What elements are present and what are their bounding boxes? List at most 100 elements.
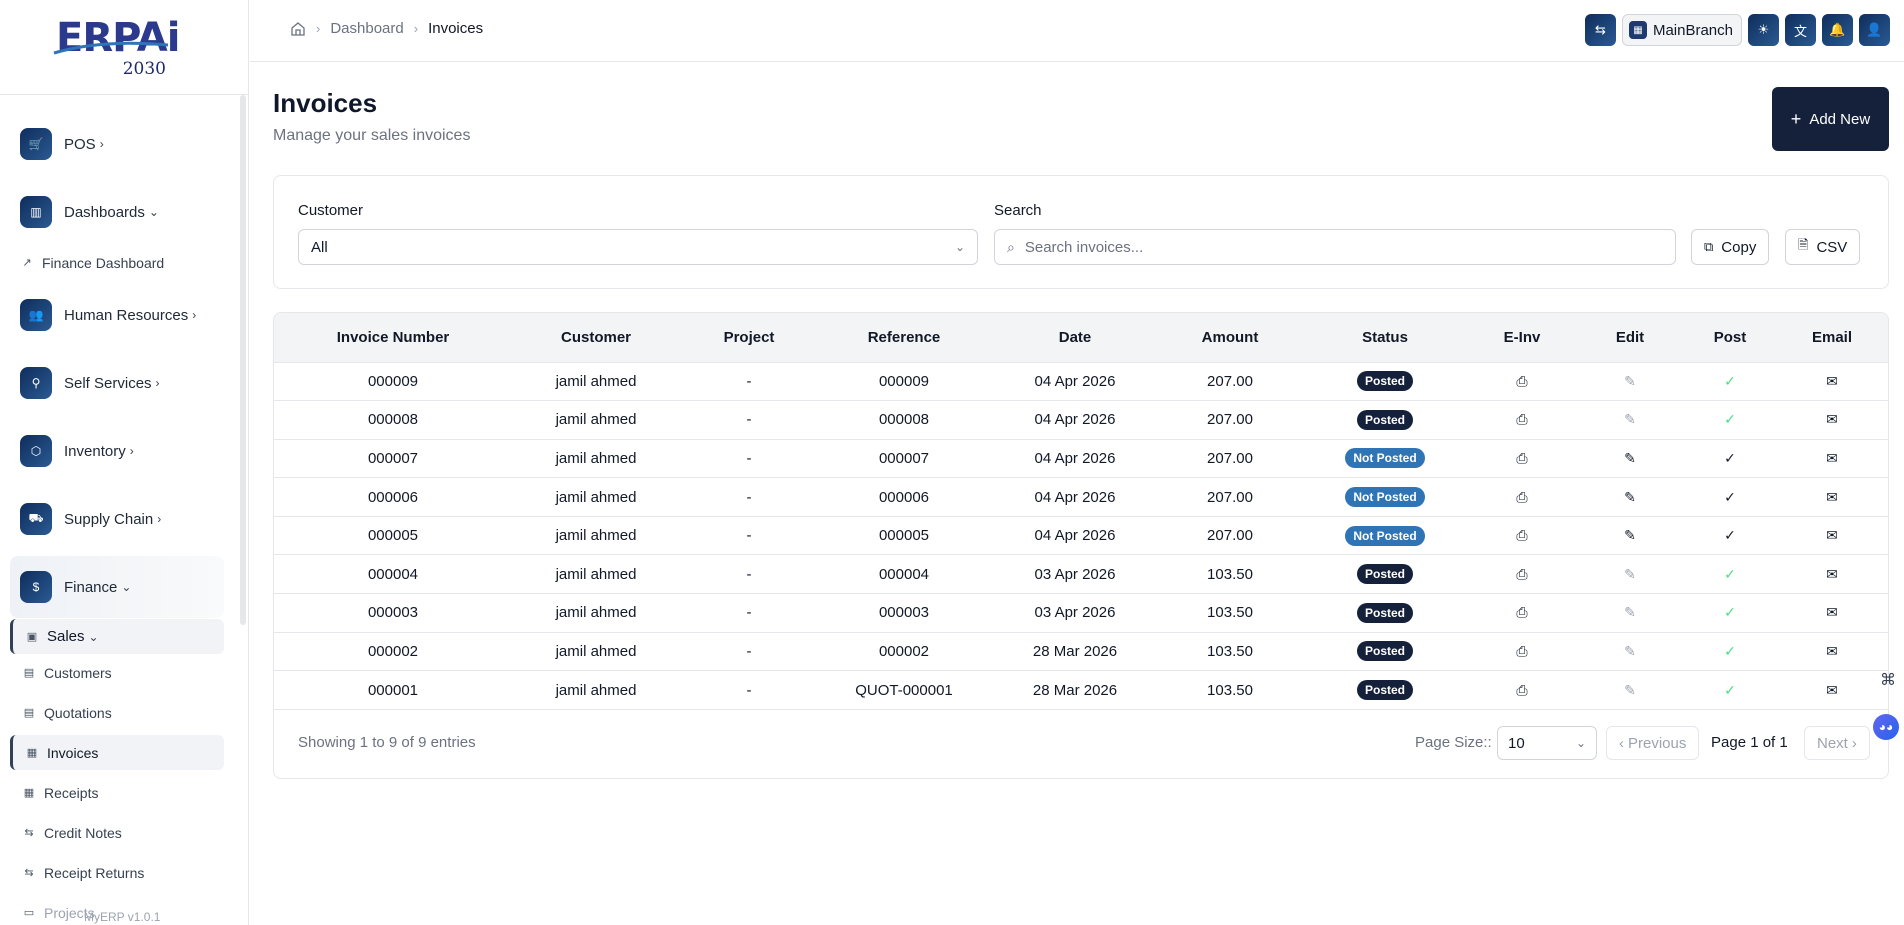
table-row[interactable]: 000002 jamil ahmed -000002 28 Mar 2026 103.5… <box>274 632 1888 672</box>
user-menu-button[interactable]: 👤 <box>1859 14 1890 46</box>
check-icon[interactable]: ✓ <box>1724 566 1736 582</box>
search-input[interactable] <box>1024 238 1625 256</box>
check-icon[interactable]: ✓ <box>1724 450 1736 466</box>
table-row[interactable]: 000004 jamil ahmed -000004 03 Apr 2026 103.5… <box>274 554 1888 595</box>
cell-reference: 000002 <box>818 632 990 672</box>
sidebar-item-self-services[interactable]: ⚲ Self Services › <box>10 352 224 414</box>
mail-icon[interactable]: ✉ <box>1826 566 1838 582</box>
command-icon[interactable]: ⌘ <box>1880 670 1896 690</box>
plus-icon: + <box>1790 108 1802 129</box>
mail-icon[interactable]: ✉ <box>1826 450 1838 466</box>
table-row[interactable]: 000001 jamil ahmed - QUOT-000001 28 Mar 2026… <box>274 670 1888 710</box>
next-page-button[interactable]: Next › <box>1804 726 1870 760</box>
mail-icon[interactable]: ✉ <box>1826 489 1838 505</box>
edit-icon[interactable]: ✎ <box>1624 411 1636 427</box>
col-amount[interactable]: Amount <box>1160 313 1300 363</box>
logo[interactable]: ERPAi 2030 <box>0 0 248 95</box>
add-new-button[interactable]: + Add New <box>1772 87 1889 151</box>
mail-icon[interactable]: ✉ <box>1826 682 1838 698</box>
check-icon[interactable]: ✓ <box>1724 489 1736 505</box>
sidebar-item-receipts[interactable]: ▦ Receipts <box>10 775 224 810</box>
csv-button[interactable]: 🗎 CSV <box>1785 229 1861 265</box>
sidebar-item-sales[interactable]: ▣ Sales ⌄ <box>10 619 224 654</box>
edit-icon[interactable]: ✎ <box>1624 450 1636 466</box>
branch-selector[interactable]: ▦ MainBranch <box>1621 14 1742 46</box>
edit-icon[interactable]: ✎ <box>1624 373 1636 389</box>
chevron-right-icon: › <box>155 376 160 390</box>
sidebar-item-invoices[interactable]: ▦ Invoices <box>10 735 224 770</box>
edit-icon[interactable]: ✎ <box>1624 643 1636 659</box>
mail-icon[interactable]: ✉ <box>1826 604 1838 620</box>
chevron-right-icon: › <box>157 512 162 526</box>
printer-icon[interactable]: ⎙ <box>1516 411 1527 427</box>
cell-reference: 000005 <box>818 516 990 556</box>
col-reference[interactable]: Reference <box>818 313 990 363</box>
edit-icon[interactable]: ✎ <box>1624 527 1636 543</box>
customer-select-value: All <box>311 238 328 256</box>
sidebar-scrollbar[interactable] <box>240 95 246 625</box>
col-date[interactable]: Date <box>990 313 1160 363</box>
mail-icon[interactable]: ✉ <box>1826 373 1838 389</box>
theme-toggle-button[interactable]: ☀ <box>1748 14 1779 46</box>
sidebar-item-finance[interactable]: $ Finance ⌄ <box>10 556 224 618</box>
cell-date: 28 Mar 2026 <box>990 632 1160 672</box>
table-row[interactable]: 000008 jamil ahmed -000008 04 Apr 2026 207.0… <box>274 400 1888 440</box>
cell-edit: ✎ <box>1574 632 1686 672</box>
cell-reference: 000009 <box>818 362 990 402</box>
receipt-icon: ▦ <box>23 787 35 799</box>
printer-icon[interactable]: ⎙ <box>1516 566 1527 582</box>
mail-icon[interactable]: ✉ <box>1826 527 1838 543</box>
table-row[interactable]: 000009 jamil ahmed -000009 04 Apr 2026 207.0… <box>274 362 1888 402</box>
printer-icon[interactable]: ⎙ <box>1516 527 1527 543</box>
edit-icon[interactable]: ✎ <box>1624 682 1636 698</box>
customer-select[interactable]: All ⌄ <box>298 229 978 265</box>
col-project[interactable]: Project <box>680 313 818 363</box>
check-icon[interactable]: ✓ <box>1724 643 1736 659</box>
sidebar-item-finance-dashboard[interactable]: ↗ Finance Dashboard <box>10 245 224 280</box>
sidebar-item-inventory[interactable]: ⬡ Inventory › <box>10 420 224 482</box>
cell-e-inv: ⎙ <box>1470 362 1574 402</box>
printer-icon[interactable]: ⎙ <box>1516 373 1527 389</box>
edit-icon[interactable]: ✎ <box>1624 604 1636 620</box>
printer-icon[interactable]: ⎙ <box>1516 643 1527 659</box>
copy-button[interactable]: ⧉ Copy <box>1691 229 1770 265</box>
swap-branch-button[interactable]: ⇆ <box>1584 14 1616 46</box>
table-row[interactable]: 000003 jamil ahmed -000003 03 Apr 2026 103.5… <box>274 593 1888 633</box>
col-status[interactable]: Status <box>1300 313 1470 363</box>
check-icon[interactable]: ✓ <box>1724 527 1736 543</box>
mail-icon[interactable]: ✉ <box>1826 411 1838 427</box>
printer-icon[interactable]: ⎙ <box>1516 489 1527 505</box>
sidebar-item-dashboards[interactable]: ▥ Dashboards ⌄ <box>10 181 224 243</box>
col-customer[interactable]: Customer <box>512 313 680 363</box>
table-row[interactable]: 000005 jamil ahmed -000005 04 Apr 2026 207.0… <box>274 516 1888 556</box>
edit-icon[interactable]: ✎ <box>1624 489 1636 505</box>
page-size-select[interactable]: 10 ⌄ <box>1497 726 1597 760</box>
sidebar-item-pos[interactable]: 🛒 POS › <box>10 113 224 175</box>
sidebar-item-credit-notes[interactable]: ⇆ Credit Notes <box>10 815 224 850</box>
home-icon[interactable] <box>290 21 306 37</box>
check-icon[interactable]: ✓ <box>1724 373 1736 389</box>
printer-icon[interactable]: ⎙ <box>1516 604 1527 620</box>
col-invoice-number[interactable]: Invoice Number <box>274 313 512 363</box>
sidebar-item-human-resources[interactable]: 👥 Human Resources › <box>10 284 224 346</box>
check-icon[interactable]: ✓ <box>1724 604 1736 620</box>
breadcrumb-dashboard[interactable]: Dashboard <box>330 20 403 37</box>
notifications-button[interactable]: 🔔 <box>1822 14 1853 46</box>
language-button[interactable]: 文 <box>1785 14 1816 46</box>
edit-icon[interactable]: ✎ <box>1624 566 1636 582</box>
cell-invoice-number: 000006 <box>274 477 512 517</box>
mail-icon[interactable]: ✉ <box>1826 643 1838 659</box>
table-row[interactable]: 000007 jamil ahmed -000007 04 Apr 2026 207.0… <box>274 439 1888 479</box>
assistant-bot-button[interactable]: ◕◕ <box>1873 714 1899 740</box>
sidebar-item-supply-chain[interactable]: ⛟ Supply Chain › <box>10 488 224 550</box>
printer-icon[interactable]: ⎙ <box>1516 450 1527 466</box>
sidebar-item-customers[interactable]: ▤ Customers <box>10 655 224 690</box>
sidebar-item-quotations[interactable]: ▤ Quotations <box>10 695 224 730</box>
check-icon[interactable]: ✓ <box>1724 411 1736 427</box>
previous-page-button[interactable]: ‹ Previous <box>1606 726 1700 760</box>
table-row[interactable]: 000006 jamil ahmed -000006 04 Apr 2026 207.0… <box>274 477 1888 517</box>
sidebar-item-receipt-returns[interactable]: ⇆ Receipt Returns <box>10 855 224 890</box>
check-icon[interactable]: ✓ <box>1724 682 1736 698</box>
printer-icon[interactable]: ⎙ <box>1516 682 1527 698</box>
sidebar-item-label: POS <box>64 135 96 153</box>
